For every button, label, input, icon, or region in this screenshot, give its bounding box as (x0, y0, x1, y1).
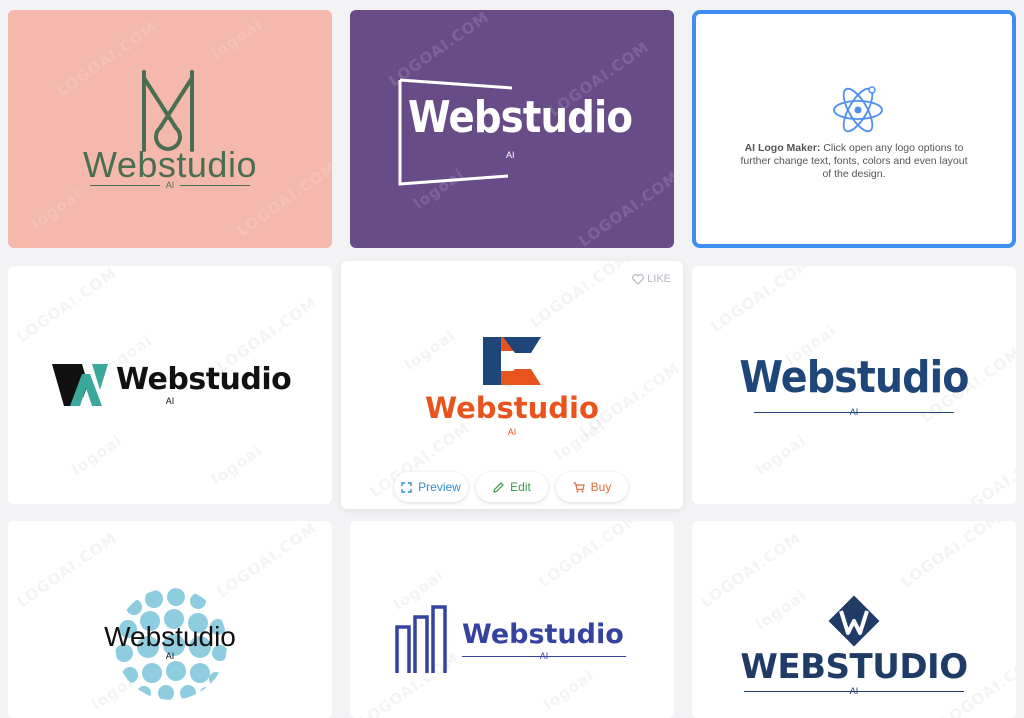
pencil-icon (493, 481, 505, 493)
brand-suffix: AI (506, 150, 515, 160)
c-letter-icon (483, 337, 541, 385)
edit-label: Edit (510, 480, 531, 494)
ai-logo-maker-info: AI Logo Maker: Click open any logo optio… (692, 10, 1016, 248)
brand-suffix: AI (165, 651, 175, 661)
buy-label: Buy (590, 480, 612, 494)
brand-suffix: AI (539, 651, 549, 661)
preview-label: Preview (418, 480, 461, 494)
logo-card-8[interactable]: LOGOAI.COM logoai logoai LOGOAI.COM Webs… (350, 521, 674, 718)
info-title: AI Logo Maker: (744, 142, 821, 154)
brand-suffix: AI (849, 407, 859, 417)
logo-card-1[interactable]: LOGOAI.COM logoai LOGOAI.COM logoai Webs… (8, 10, 332, 248)
brand-name: WEBSTUDIO (740, 647, 968, 687)
logo-card-7[interactable]: LOGOAI.COM LOGOAI.COM logoai Webstudio A… (8, 521, 332, 718)
brand-name: Webstudio (739, 352, 969, 403)
brand-name: Webstudio (408, 92, 633, 143)
info-text: AI Logo Maker: Click open any logo optio… (736, 142, 972, 181)
brand-suffix: AI (165, 396, 175, 406)
logo-card-9[interactable]: LOGOAI.COM LOGOAI.COM logoai LOGOAI.COM … (692, 521, 1016, 718)
logo-card-2[interactable]: LOGOAI.COM LOGOAI.COM logoai LOGOAI.COM … (350, 10, 674, 248)
preview-button[interactable]: Preview (394, 472, 468, 502)
like-button[interactable]: LIKE (632, 273, 671, 285)
buy-button[interactable]: Buy (556, 472, 628, 502)
brand-suffix: AI (849, 686, 859, 696)
diamond-w-icon (828, 595, 880, 647)
like-label: LIKE (647, 273, 671, 285)
ribbon-emblem-icon (142, 70, 194, 152)
brand-name: Webstudio (104, 621, 236, 652)
brand-name: Webstudio (116, 362, 292, 397)
buildings-icon (395, 605, 447, 673)
atom-icon (833, 86, 883, 133)
brand-name: Webstudio (425, 391, 599, 425)
heart-icon (632, 273, 645, 285)
cart-icon (573, 481, 585, 492)
logo-card-6[interactable]: LOGOAI.COM logoai LOGOAI.COM logoai LOGO… (692, 266, 1016, 504)
logo-card-4[interactable]: LOGOAI.COM logoai LOGOAI.COM logoai logo… (8, 266, 332, 504)
brand-suffix: AI (507, 427, 517, 437)
brand-name: Webstudio (462, 619, 624, 650)
expand-icon (401, 481, 412, 493)
brand-suffix: AI (8, 180, 332, 190)
edit-button[interactable]: Edit (476, 472, 548, 502)
